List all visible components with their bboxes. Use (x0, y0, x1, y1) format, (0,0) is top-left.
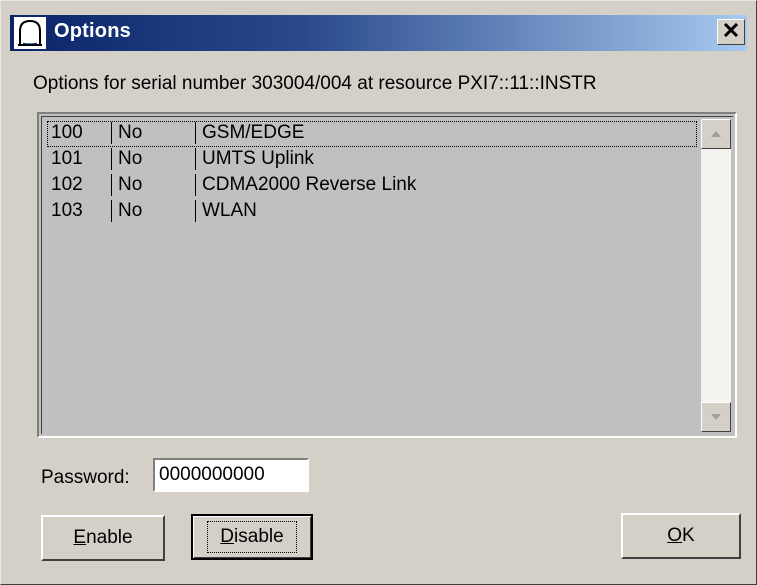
option-number: 101 (51, 148, 83, 169)
option-name: UMTS Uplink (195, 148, 314, 170)
scroll-up-button[interactable] (701, 119, 731, 149)
close-icon (723, 22, 739, 42)
disable-button[interactable]: Disable (191, 514, 313, 560)
options-dialog: Options Options for serial number 303004… (0, 0, 757, 585)
option-number: 102 (51, 174, 83, 195)
option-number: 100 (51, 122, 83, 143)
list-item[interactable]: 103 No WLAN (47, 199, 697, 225)
list-item[interactable]: 102 No CDMA2000 Reverse Link (47, 173, 697, 199)
dialog-title: Options (54, 20, 131, 42)
title-bar[interactable]: Options (10, 15, 747, 51)
password-field[interactable] (153, 458, 309, 492)
option-enabled: No (111, 122, 142, 144)
disable-button-label: Disable (207, 521, 297, 553)
option-enabled: No (111, 148, 142, 170)
arrow-down-icon (710, 408, 722, 426)
option-name: CDMA2000 Reverse Link (195, 174, 416, 196)
ok-button[interactable]: OK (621, 513, 741, 559)
option-enabled: No (111, 200, 142, 222)
serial-info-label: Options for serial number 303004/004 at … (33, 73, 597, 94)
option-name: WLAN (195, 200, 257, 222)
options-list-area: 100 No GSM/EDGE 101 No UMTS Uplink 102 N… (41, 116, 733, 434)
close-button[interactable] (717, 19, 745, 45)
option-number: 103 (51, 200, 83, 221)
vertical-scrollbar[interactable] (701, 119, 731, 432)
option-name: GSM/EDGE (195, 122, 304, 144)
enable-button-label: Enable (73, 527, 133, 548)
arrow-up-icon (710, 125, 722, 143)
scroll-down-button[interactable] (701, 402, 731, 432)
option-enabled: No (111, 174, 142, 196)
list-item[interactable]: 101 No UMTS Uplink (47, 147, 697, 173)
options-listbox[interactable]: 100 No GSM/EDGE 101 No UMTS Uplink 102 N… (37, 112, 737, 438)
list-item[interactable]: 100 No GSM/EDGE (47, 121, 697, 147)
app-bell-icon (14, 17, 46, 49)
enable-button[interactable]: Enable (41, 515, 165, 561)
ok-button-label: OK (667, 525, 695, 546)
password-label: Password: (41, 467, 130, 488)
